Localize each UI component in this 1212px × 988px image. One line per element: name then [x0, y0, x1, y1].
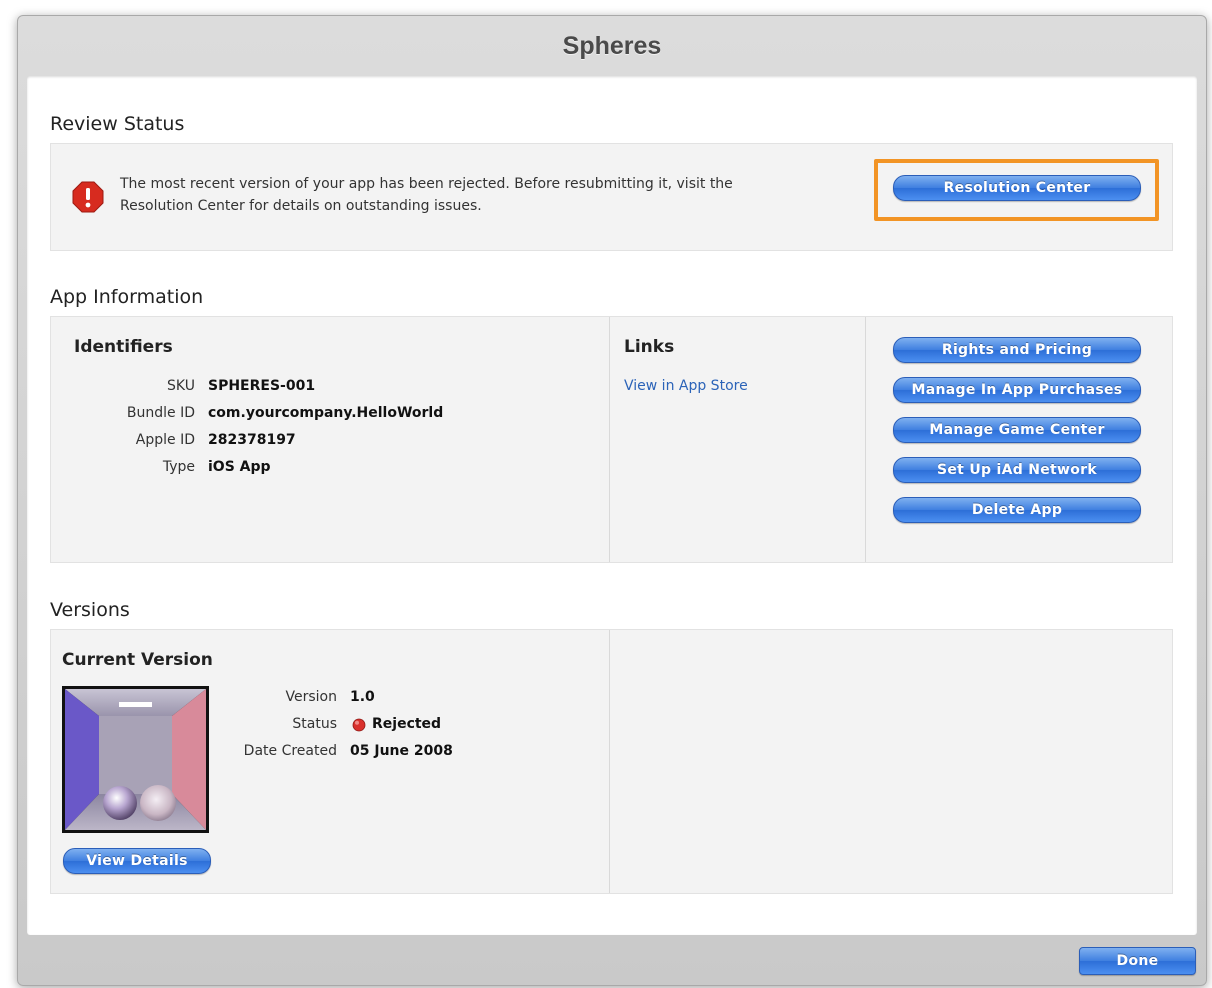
- app-screenshot-thumbnail: [62, 686, 209, 833]
- app-information-panel: Identifiers SKU SPHERES-001 Bundle ID co…: [50, 316, 1173, 563]
- view-details-button[interactable]: View Details: [63, 848, 211, 874]
- highlight-box: [874, 159, 1159, 221]
- versions-heading: Versions: [50, 599, 130, 621]
- rejection-message: The most recent version of your app has …: [120, 173, 800, 217]
- app-information-heading: App Information: [50, 286, 204, 308]
- content-area: Review Status The most recent version of…: [27, 76, 1197, 935]
- links-heading: Links: [624, 337, 675, 357]
- version-label: Version: [285, 689, 337, 705]
- exclamation-octagon-icon: [72, 181, 104, 213]
- review-status-panel: The most recent version of your app has …: [50, 143, 1173, 251]
- apple-id-value: 282378197: [208, 432, 296, 448]
- column-divider: [609, 317, 610, 562]
- rejection-message-line1: The most recent version of your app has …: [120, 176, 733, 192]
- status-label: Status: [292, 716, 337, 732]
- bundle-id-value: com.yourcompany.HelloWorld: [208, 405, 444, 421]
- manage-in-app-purchases-button[interactable]: Manage In App Purchases: [893, 377, 1141, 403]
- rights-and-pricing-button[interactable]: Rights and Pricing: [893, 337, 1141, 363]
- done-button[interactable]: Done: [1079, 947, 1196, 975]
- view-in-app-store-link[interactable]: View in App Store: [624, 378, 748, 394]
- type-label: Type: [162, 459, 195, 475]
- identifiers-heading: Identifiers: [74, 337, 173, 357]
- versions-panel: Current Version Version 1.0 Status Rejec…: [50, 629, 1173, 894]
- apple-id-label: Apple ID: [135, 432, 195, 448]
- column-divider: [609, 630, 610, 893]
- version-value: 1.0: [350, 689, 375, 705]
- review-status-heading: Review Status: [50, 113, 185, 135]
- current-version-heading: Current Version: [62, 650, 213, 670]
- date-created-value: 05 June 2008: [350, 743, 453, 759]
- date-created-label: Date Created: [243, 743, 337, 759]
- sku-label: SKU: [167, 378, 195, 394]
- sku-value: SPHERES-001: [208, 378, 316, 394]
- type-value: iOS App: [208, 459, 271, 475]
- rejection-message-line2: Resolution Center for details on outstan…: [120, 198, 482, 214]
- status-dot-icon: [352, 718, 366, 732]
- window-title: Spheres: [562, 32, 662, 60]
- status-value: Rejected: [372, 716, 442, 732]
- manage-game-center-button[interactable]: Manage Game Center: [893, 417, 1141, 443]
- set-up-iad-network-button[interactable]: Set Up iAd Network: [893, 457, 1141, 483]
- app-details-window: Spheres Review Status The most recent ve…: [17, 15, 1207, 986]
- delete-app-button[interactable]: Delete App: [893, 497, 1141, 523]
- bundle-id-label: Bundle ID: [126, 405, 195, 421]
- column-divider: [865, 317, 866, 562]
